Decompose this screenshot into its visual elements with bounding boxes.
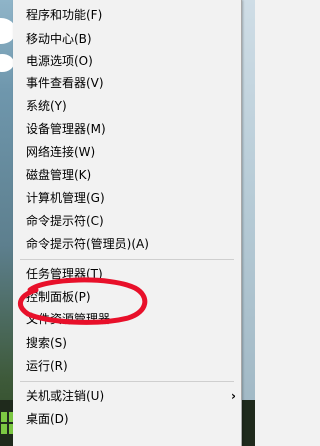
menu-item-label: 程序和功能(F) — [26, 8, 103, 22]
menu-item-search[interactable]: 搜索(S) — [13, 331, 241, 355]
menu-item-desktop[interactable]: 桌面(D) — [13, 407, 241, 431]
menu-item-control-panel[interactable]: 控制面板(P) — [13, 285, 241, 309]
menu-item-label: 设备管理器(M) — [26, 122, 106, 136]
menu-item-label: 系统(Y) — [26, 99, 67, 113]
menu-item-label: 网络连接(W) — [26, 145, 96, 159]
menu-separator — [20, 259, 234, 260]
menu-item-programs-features[interactable]: 程序和功能(F) — [13, 3, 241, 27]
menu-item-power-options[interactable]: 电源选项(O) — [13, 49, 241, 73]
menu-item-label: 磁盘管理(K) — [26, 168, 92, 182]
desktop-background-right — [241, 0, 255, 446]
menu-item-task-manager[interactable]: 任务管理器(T) — [13, 262, 241, 286]
menu-item-label: 电源选项(O) — [26, 54, 93, 68]
menu-item-computer-management[interactable]: 计算机管理(G) — [13, 186, 241, 210]
menu-separator — [20, 381, 234, 382]
menu-item-run[interactable]: 运行(R) — [13, 354, 241, 378]
menu-item-label: 搜索(S) — [26, 336, 67, 350]
menu-item-shutdown-signout[interactable]: 关机或注销(U) › — [13, 384, 241, 408]
menu-item-label: 控制面板(P) — [26, 290, 91, 304]
windows-logo-icon — [1, 412, 7, 422]
menu-item-label: 任务管理器(T) — [26, 267, 103, 281]
menu-item-label: 运行(R) — [26, 359, 68, 373]
menu-item-system[interactable]: 系统(Y) — [13, 94, 241, 118]
menu-item-device-manager[interactable]: 设备管理器(M) — [13, 117, 241, 141]
menu-item-event-viewer[interactable]: 事件查看器(V) — [13, 71, 241, 95]
chevron-right-icon: › — [231, 389, 236, 403]
menu-item-label: 文件资源管理器 — [26, 312, 111, 326]
menu-item-label: 命令提示符(管理员)(A) — [26, 237, 149, 251]
menu-item-label: 命令提示符(C) — [26, 214, 104, 228]
menu-item-label: 事件查看器(V) — [26, 76, 104, 90]
menu-item-label: 关机或注销(U) — [26, 389, 105, 403]
menu-item-mobility-center[interactable]: 移动中心(B) — [13, 27, 241, 51]
menu-item-disk-management[interactable]: 磁盘管理(K) — [13, 163, 241, 187]
menu-item-file-explorer[interactable]: 文件资源管理器 — [13, 307, 241, 331]
menu-item-label: 移动中心(B) — [26, 32, 92, 46]
menu-item-command-prompt[interactable]: 命令提示符(C) — [13, 209, 241, 233]
menu-item-label: 桌面(D) — [26, 412, 69, 426]
desktop-cloud — [0, 54, 14, 72]
windows-logo-icon — [1, 424, 7, 434]
winx-context-menu: 程序和功能(F) 移动中心(B) 电源选项(O) 事件查看器(V) 系统(Y) … — [13, 0, 242, 446]
menu-item-network-connections[interactable]: 网络连接(W) — [13, 140, 241, 164]
desktop-background — [0, 0, 16, 446]
menu-item-label: 计算机管理(G) — [26, 191, 105, 205]
menu-item-command-prompt-admin[interactable]: 命令提示符(管理员)(A) — [13, 232, 241, 256]
